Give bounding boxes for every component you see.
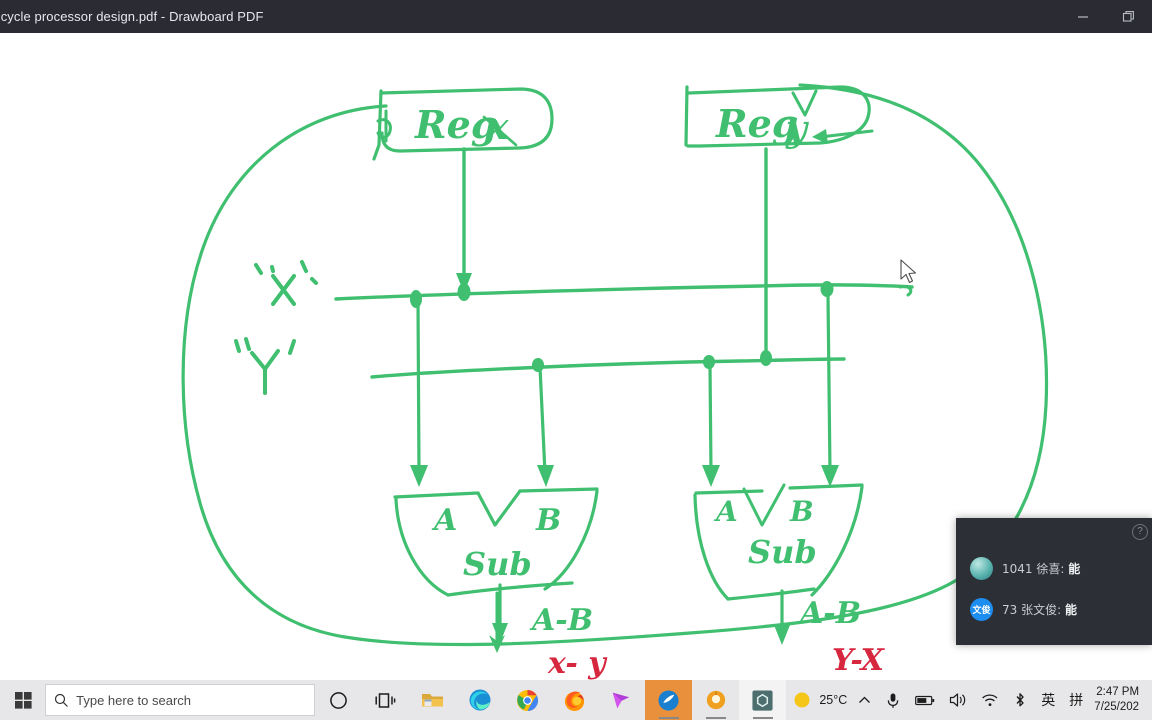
restore-icon (1122, 10, 1134, 22)
ime-mode-indicator[interactable]: 拼 (1062, 690, 1090, 710)
bluetooth-icon[interactable] (1006, 680, 1034, 720)
chat-message-text: 1041 徐喜: 能 (1002, 560, 1080, 577)
junction-dot (457, 283, 471, 301)
google-chrome-icon[interactable] (504, 680, 551, 720)
cursor-app-icon[interactable] (598, 680, 645, 720)
right-alu-input-a: A (713, 495, 738, 528)
cortana-icon[interactable] (315, 680, 362, 720)
windows-logo-icon (15, 691, 32, 709)
chat-message-sender: 73 张文俊: (1002, 603, 1065, 617)
junction-dot (760, 350, 772, 366)
window-title-bar: ticycle processor design.pdf - Drawboard… (0, 0, 1152, 33)
search-icon (46, 693, 76, 708)
search-input[interactable]: Type here to search (45, 684, 316, 716)
left-alu-output-red: x- y (547, 646, 608, 680)
chat-message[interactable]: 文俊 73 张文俊: 能 (956, 589, 1152, 630)
right-alu-output-red: Y-X (832, 643, 886, 678)
window-title: ticycle processor design.pdf - Drawboard… (0, 9, 264, 24)
clock-time: 2:47 PM (1096, 686, 1140, 698)
reg-x-label: Reg (414, 102, 497, 147)
minimize-button[interactable] (1060, 0, 1106, 33)
left-alu-operation: Sub (463, 545, 532, 583)
left-alu-input-b: B (535, 503, 561, 538)
windows-taskbar: Type here to search 25°C 英 拼 2:47 PM 7/2… (0, 680, 1152, 720)
weather-temperature: 25°C (819, 693, 848, 707)
maximize-restore-button[interactable] (1106, 0, 1152, 33)
task-view-icon[interactable] (362, 680, 409, 720)
drawboard-pdf-icon[interactable] (644, 680, 693, 720)
chat-notification-overlay[interactable]: ? 1041 徐喜: 能 文俊 73 张文俊: 能 (956, 518, 1152, 645)
minimize-icon (1078, 15, 1088, 18)
show-hidden-icons-button[interactable] (851, 680, 878, 720)
clock-date: 7/25/202 (1094, 701, 1140, 713)
hexagon-app-icon[interactable] (739, 680, 787, 720)
firefox-icon[interactable] (551, 680, 598, 720)
left-alu-output-green: A-B (529, 603, 593, 638)
reg-x-variable: x (486, 106, 509, 148)
avatar: 文俊 (970, 598, 993, 621)
weather-widget[interactable]: 25°C (786, 690, 851, 710)
right-alu-output-green: A-B (797, 596, 861, 631)
file-explorer-icon[interactable] (409, 680, 456, 720)
battery-icon[interactable] (908, 680, 942, 720)
sun-icon (794, 692, 810, 708)
microsoft-edge-icon[interactable] (456, 680, 503, 720)
start-button[interactable] (0, 680, 47, 720)
left-alu-input-a: A (431, 503, 457, 538)
volume-icon[interactable] (942, 680, 974, 720)
junction-dot (532, 358, 544, 372)
chat-message[interactable]: 1041 徐喜: 能 (956, 548, 1152, 589)
wifi-icon[interactable] (974, 680, 1006, 720)
chat-message-text: 73 张文俊: 能 (1002, 601, 1077, 618)
help-icon[interactable]: ? (1132, 524, 1148, 540)
avatar (970, 557, 993, 580)
right-alu-operation: Sub (748, 533, 817, 571)
orange-app-icon[interactable] (692, 680, 739, 720)
chat-message-body: 能 (1064, 603, 1077, 617)
chat-message-body: 能 (1068, 562, 1081, 576)
right-alu-input-b: B (789, 495, 814, 528)
ime-language-indicator[interactable]: 英 (1034, 690, 1062, 710)
chevron-up-icon (859, 696, 871, 703)
system-tray: 25°C 英 拼 2:47 PM 7/25/202 (786, 680, 1152, 720)
chat-message-sender: 1041 徐喜: (1002, 562, 1069, 576)
junction-dot (410, 290, 422, 308)
clock[interactable]: 2:47 PM 7/25/202 (1090, 680, 1142, 720)
search-placeholder: Type here to search (76, 692, 192, 708)
microphone-icon[interactable] (878, 680, 908, 720)
